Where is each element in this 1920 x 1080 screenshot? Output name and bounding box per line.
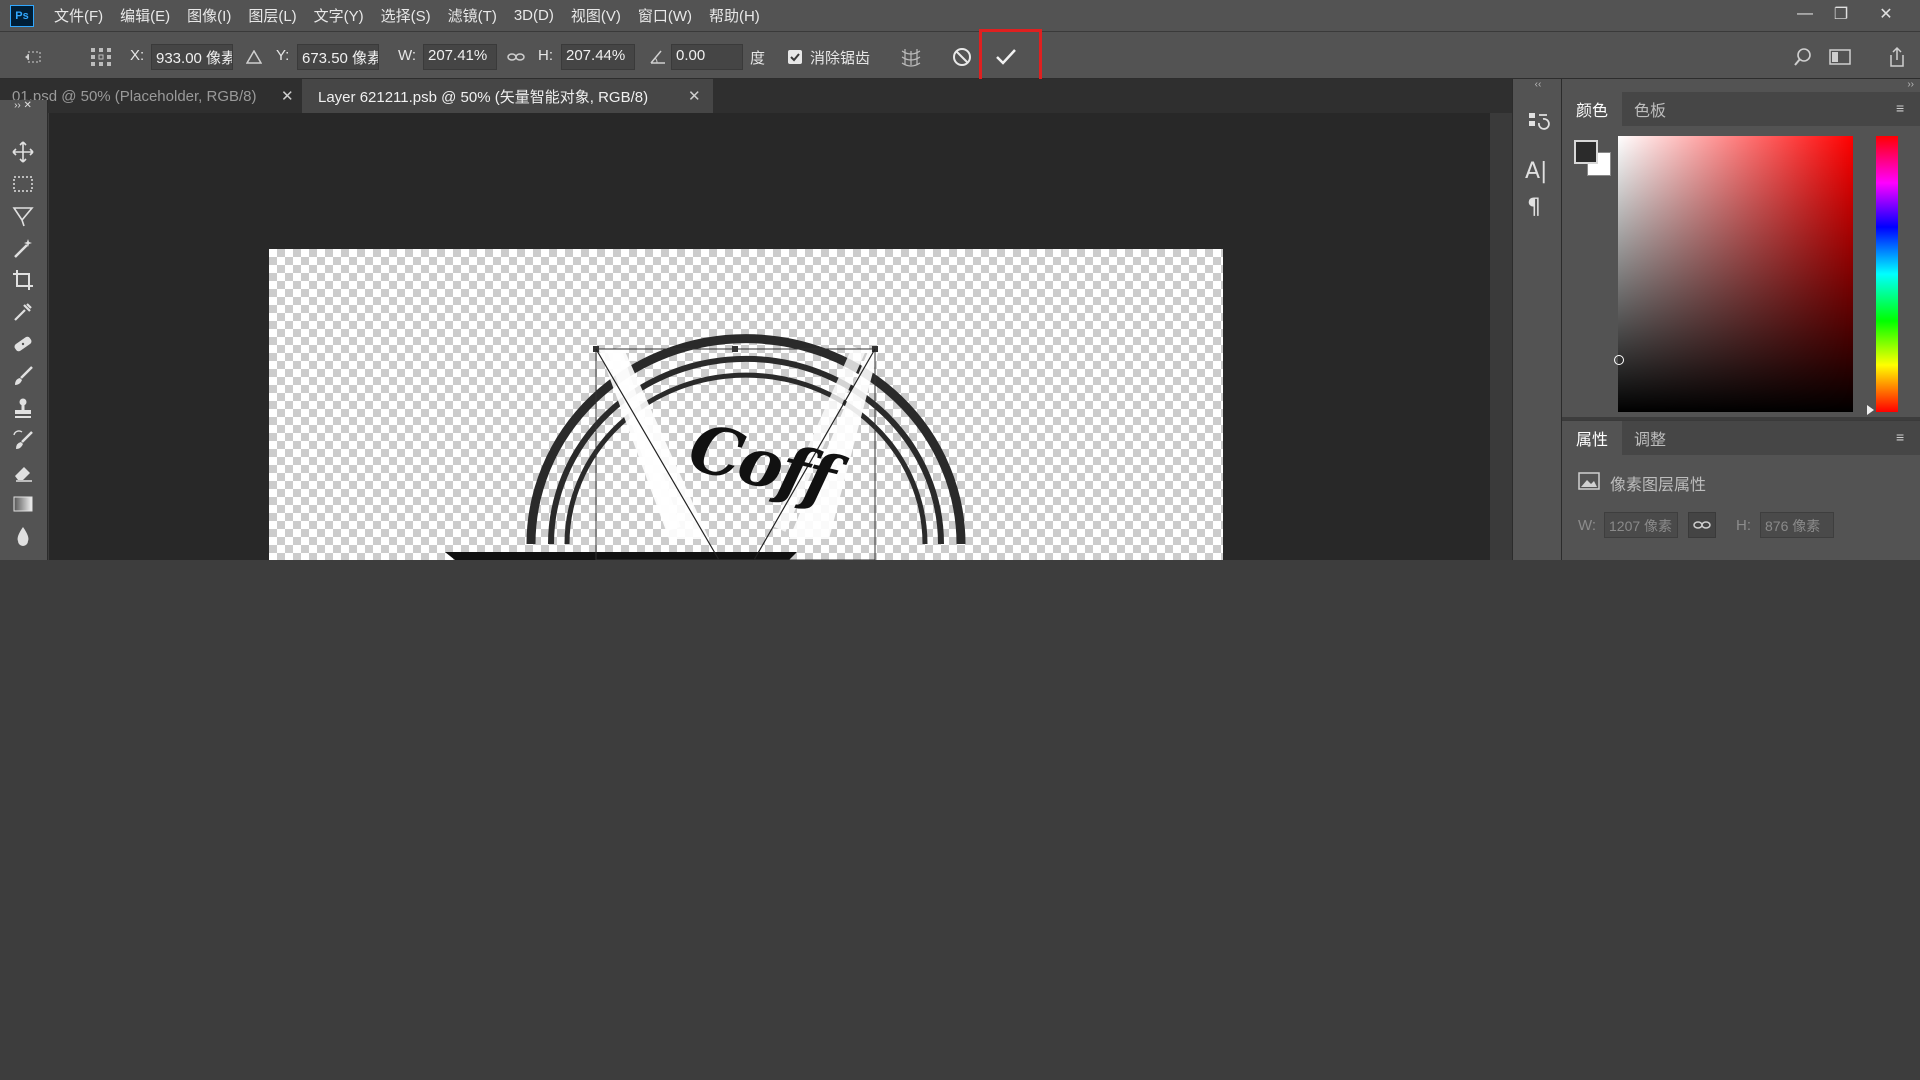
color-field[interactable] — [1614, 136, 1853, 412]
stamp-icon[interactable] — [8, 394, 38, 422]
menu-type[interactable]: 文字(Y) — [314, 5, 364, 26]
narrow-panel-dock: ‹‹ A| ¶ — [1512, 79, 1562, 560]
character-panel-icon[interactable]: A| — [1525, 159, 1551, 185]
menu-bar: Ps 文件(F) 编辑(E) 图像(I) 图层(L) 文字(Y) 选择(S) 滤… — [0, 0, 1920, 31]
antialias-checkbox[interactable] — [782, 44, 808, 70]
width-percent-field[interactable]: 207.41% — [423, 44, 497, 70]
warp-mode-icon[interactable] — [898, 44, 924, 70]
commit-highlight-box — [979, 29, 1042, 84]
crop-icon[interactable] — [8, 266, 38, 294]
search-icon[interactable] — [1790, 44, 1816, 70]
tab-label: 01.psd @ 50% (Placeholder, RGB/8) — [12, 87, 257, 105]
close-tab-icon[interactable]: ✕ — [688, 87, 701, 105]
y-label: Y: — [276, 47, 290, 64]
antialias-label: 消除锯齿 — [810, 50, 871, 67]
menu-file[interactable]: 文件(F) — [54, 5, 103, 26]
w-label: W: — [398, 47, 417, 64]
empty-area — [0, 560, 1920, 1080]
share-icon[interactable] — [1884, 44, 1910, 70]
link-proportions-icon[interactable] — [503, 44, 529, 70]
properties-title: 像素图层属性 — [1610, 477, 1707, 494]
height-percent-field[interactable]: 207.44% — [561, 44, 635, 70]
x-position-field[interactable]: 933.00 像素 — [151, 44, 233, 70]
rotation-angle-field[interactable]: 0.00 — [671, 44, 743, 70]
lasso-icon[interactable] — [8, 202, 38, 230]
cancel-transform-icon[interactable] — [949, 44, 975, 70]
minimize-button[interactable]: — — [1787, 0, 1823, 28]
eraser-icon[interactable] — [8, 458, 38, 486]
restore-button[interactable]: ❐ — [1823, 0, 1859, 28]
tab-layer-psb[interactable]: Layer 621211.psb @ 50% (矢量智能对象, RGB/8) — [302, 79, 713, 113]
document-canvas[interactable]: Coff — [269, 249, 1223, 560]
move-icon[interactable] — [8, 138, 38, 166]
tab-properties[interactable]: 属性 — [1562, 421, 1622, 455]
angle-unit-label: 度 — [750, 50, 766, 67]
foreground-color-swatch[interactable] — [1574, 140, 1598, 164]
pixel-layer-icon — [1578, 471, 1600, 491]
color-picker-cursor[interactable] — [1614, 355, 1624, 365]
menu-filter[interactable]: 滤镜(T) — [448, 5, 497, 26]
gradient-icon[interactable] — [8, 490, 38, 518]
document-tab-bar: 01.psd @ 50% (Placeholder, RGB/8) ✕ Laye… — [0, 79, 1512, 113]
properties-panel: 属性 调整 ≡ 像素图层属性 W: 1207 像素 H: 876 像素 — [1562, 420, 1920, 560]
vertical-scrollbar[interactable] — [1490, 113, 1512, 560]
magic-wand-icon[interactable] — [8, 234, 38, 262]
history-brush-icon[interactable] — [8, 426, 38, 454]
close-window-button[interactable]: ✕ — [1868, 0, 1904, 28]
h-label: H: — [538, 47, 553, 64]
hue-slider[interactable] — [1876, 136, 1898, 412]
panel-menu-icon[interactable]: ≡ — [1896, 429, 1912, 445]
paragraph-panel-icon[interactable]: ¶ — [1527, 195, 1553, 221]
menu-layer[interactable]: 图层(L) — [248, 5, 296, 26]
reference-point-icon[interactable] — [88, 44, 114, 70]
h-label: H: — [1736, 517, 1751, 534]
tab-label: Layer 621211.psb @ 50% (矢量智能对象, RGB/8) — [318, 88, 649, 106]
healing-icon[interactable] — [8, 330, 38, 358]
options-bar: X: 933.00 像素 Y: 673.50 像素 W: 207.41% H: … — [0, 31, 1920, 79]
brush-icon[interactable] — [8, 362, 38, 390]
tab-swatches[interactable]: 色板 — [1622, 92, 1678, 126]
close-tab-icon[interactable]: ✕ — [281, 87, 294, 105]
menu-image[interactable]: 图像(I) — [187, 5, 231, 26]
workspace-icon[interactable] — [1827, 44, 1853, 70]
layer-width-field[interactable]: 1207 像素 — [1604, 512, 1678, 538]
panel-collapse-icon[interactable]: ›› — [1562, 79, 1920, 92]
eyedropper-icon[interactable] — [8, 298, 38, 326]
hue-slider-handle[interactable] — [1867, 405, 1874, 415]
menu-edit[interactable]: 编辑(E) — [120, 5, 170, 26]
menu-help[interactable]: 帮助(H) — [709, 5, 760, 26]
transform-tool-icon[interactable] — [22, 44, 48, 70]
layer-height-field[interactable]: 876 像素 — [1760, 512, 1834, 538]
tab-adjustments[interactable]: 调整 — [1622, 421, 1678, 455]
tab-color[interactable]: 颜色 — [1562, 92, 1622, 126]
history-panel-icon[interactable] — [1525, 109, 1551, 135]
toolbox: ›› ✕ — [0, 100, 48, 560]
link-dimensions-icon[interactable] — [1688, 512, 1716, 538]
menu-3d[interactable]: 3D(D) — [514, 7, 554, 24]
menu-view[interactable]: 视图(V) — [571, 5, 621, 26]
stamp-artwork — [445, 334, 966, 560]
photoshop-logo: Ps — [10, 4, 34, 27]
blur-icon[interactable] — [8, 522, 38, 550]
delta-relative-icon[interactable] — [241, 44, 267, 70]
w-label: W: — [1578, 517, 1597, 534]
angle-icon — [645, 44, 671, 70]
menu-window[interactable]: 窗口(W) — [638, 5, 692, 26]
menu-select[interactable]: 选择(S) — [381, 5, 431, 26]
color-panel: ›› 颜色 色板 ≡ — [1562, 79, 1920, 417]
y-position-field[interactable]: 673.50 像素 — [297, 44, 379, 70]
toolbox-collapse-icon[interactable]: ›› ✕ — [8, 98, 38, 112]
marquee-icon[interactable] — [8, 170, 38, 198]
dock-collapse-icon[interactable]: ‹‹ — [1513, 79, 1563, 91]
panel-menu-icon[interactable]: ≡ — [1896, 100, 1912, 116]
x-label: X: — [130, 47, 145, 64]
